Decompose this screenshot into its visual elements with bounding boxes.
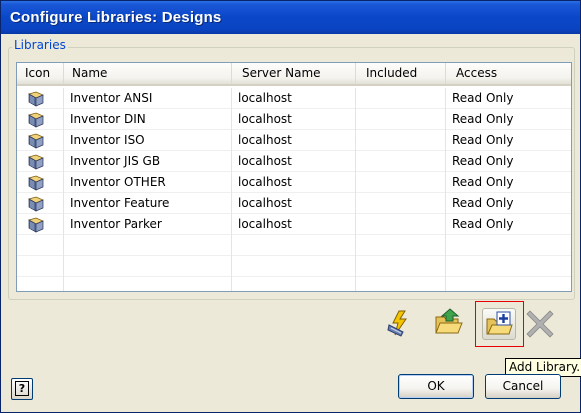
row-server-name: localhost bbox=[232, 214, 356, 235]
row-server-name bbox=[232, 277, 356, 291]
libraries-legend: Libraries bbox=[12, 38, 68, 52]
row-name bbox=[64, 235, 232, 256]
row-access bbox=[446, 235, 571, 256]
row-icon bbox=[17, 88, 64, 109]
library-icon bbox=[28, 175, 44, 191]
title-bar[interactable]: Configure Libraries: Designs bbox=[1, 1, 580, 34]
row-icon bbox=[17, 151, 64, 172]
row-access: Read Only bbox=[452, 217, 514, 231]
row-access: Read Only bbox=[452, 133, 514, 147]
row-server-name bbox=[232, 235, 356, 256]
row-server-name: localhost bbox=[232, 193, 356, 214]
lightning-wizard-icon bbox=[387, 310, 407, 337]
column-header-included[interactable]: Included bbox=[356, 63, 446, 84]
add-library-highlight bbox=[475, 301, 524, 347]
open-library-button[interactable] bbox=[432, 306, 464, 338]
column-header-server-name[interactable]: Server Name bbox=[232, 63, 356, 84]
library-icon bbox=[28, 196, 44, 212]
row-server-name: localhost bbox=[232, 88, 356, 109]
row-icon bbox=[17, 193, 64, 214]
table-row[interactable]: Inventor Parker localhost Read Only bbox=[17, 214, 571, 235]
library-wizard-button[interactable] bbox=[385, 307, 417, 339]
row-icon bbox=[17, 172, 64, 193]
row-included bbox=[356, 130, 446, 151]
help-button[interactable]: ? bbox=[11, 378, 33, 400]
row-access: Read Only bbox=[452, 112, 514, 126]
empty-row bbox=[17, 277, 571, 291]
row-name bbox=[64, 256, 232, 277]
row-icon bbox=[17, 214, 64, 235]
open-folder-icon bbox=[435, 308, 463, 334]
row-access bbox=[446, 277, 571, 291]
row-icon bbox=[17, 109, 64, 130]
configure-libraries-dialog: Configure Libraries: Designs Libraries I… bbox=[0, 0, 581, 413]
row-icon bbox=[17, 130, 64, 151]
row-name: Inventor Parker bbox=[64, 214, 232, 235]
column-header-access[interactable]: Access bbox=[446, 63, 571, 84]
table-row[interactable]: Inventor DIN localhost Read Only bbox=[17, 109, 571, 130]
row-name: Inventor ANSI bbox=[64, 88, 232, 109]
ok-button[interactable]: OK bbox=[398, 374, 474, 399]
delete-x-icon bbox=[526, 310, 554, 338]
libraries-list[interactable]: Icon Name Server Name Included Access In… bbox=[16, 62, 572, 292]
row-included bbox=[356, 193, 446, 214]
row-included bbox=[356, 277, 446, 291]
row-included bbox=[356, 214, 446, 235]
row-included bbox=[356, 151, 446, 172]
column-header-icon[interactable]: Icon bbox=[17, 63, 64, 84]
table-row[interactable]: Inventor ISO localhost Read Only bbox=[17, 130, 571, 151]
row-name: Inventor DIN bbox=[64, 109, 232, 130]
row-included bbox=[356, 88, 446, 109]
list-header: Icon Name Server Name Included Access bbox=[17, 63, 571, 86]
row-included bbox=[356, 172, 446, 193]
remove-library-button[interactable] bbox=[524, 307, 556, 339]
table-row[interactable]: Inventor OTHER localhost Read Only bbox=[17, 172, 571, 193]
library-icon bbox=[28, 133, 44, 149]
add-library-button[interactable] bbox=[482, 308, 516, 340]
row-server-name: localhost bbox=[232, 151, 356, 172]
row-server-name bbox=[232, 256, 356, 277]
row-access: Read Only bbox=[452, 175, 514, 189]
row-name: Inventor JIS GB bbox=[64, 151, 232, 172]
help-icon: ? bbox=[15, 381, 29, 396]
table-row[interactable]: Inventor ANSI localhost Read Only bbox=[17, 88, 571, 109]
library-icon bbox=[28, 217, 44, 233]
row-name: Inventor ISO bbox=[64, 130, 232, 151]
row-name bbox=[64, 277, 232, 291]
row-access bbox=[446, 256, 571, 277]
row-icon bbox=[17, 256, 64, 277]
row-icon bbox=[17, 235, 64, 256]
add-library-icon bbox=[486, 311, 513, 335]
row-access: Read Only bbox=[452, 91, 514, 105]
library-icon bbox=[28, 154, 44, 170]
table-row[interactable]: Inventor JIS GB localhost Read Only bbox=[17, 151, 571, 172]
row-included bbox=[356, 109, 446, 130]
window-title: Configure Libraries: Designs bbox=[10, 9, 222, 26]
row-access: Read Only bbox=[452, 196, 514, 210]
row-server-name: localhost bbox=[232, 109, 356, 130]
row-icon bbox=[17, 277, 64, 291]
table-row[interactable]: Inventor Feature localhost Read Only bbox=[17, 193, 571, 214]
row-server-name: localhost bbox=[232, 130, 356, 151]
row-name: Inventor OTHER bbox=[64, 172, 232, 193]
library-icon bbox=[28, 91, 44, 107]
column-header-name[interactable]: Name bbox=[64, 63, 232, 84]
row-name: Inventor Feature bbox=[64, 193, 232, 214]
cancel-button[interactable]: Cancel bbox=[485, 374, 561, 399]
empty-row bbox=[17, 235, 571, 256]
empty-row bbox=[17, 256, 571, 277]
row-included bbox=[356, 235, 446, 256]
library-icon bbox=[28, 112, 44, 128]
row-included bbox=[356, 256, 446, 277]
row-access: Read Only bbox=[452, 154, 514, 168]
row-server-name: localhost bbox=[232, 172, 356, 193]
